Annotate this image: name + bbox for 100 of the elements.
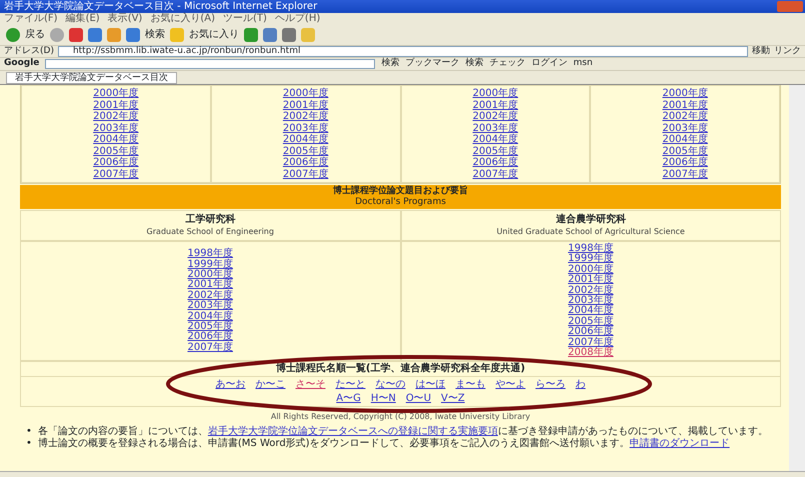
- name-index-link[interactable]: は〜ほ: [416, 379, 446, 391]
- year-link[interactable]: 2000年度: [212, 88, 400, 100]
- year-link[interactable]: 2007年度: [212, 168, 400, 180]
- menu-item[interactable]: ヘルプ(H): [274, 13, 320, 24]
- index-title: 博士課程氏名順一覧(工学、連合農学研究科全年度共通): [21, 362, 780, 378]
- year-link[interactable]: 2001年度: [188, 280, 233, 291]
- year-link[interactable]: 2006年度: [568, 327, 614, 338]
- year-link[interactable]: 2001年度: [568, 275, 614, 286]
- school-name-english: Graduate School of Engineering: [146, 226, 275, 238]
- name-index-link[interactable]: た〜と: [336, 379, 366, 391]
- google-toolbar-button[interactable]: ログイン: [531, 57, 568, 71]
- year-link[interactable]: 2003年度: [568, 296, 614, 306]
- year-link[interactable]: 2005年度: [591, 146, 779, 157]
- year-link[interactable]: 2005年度: [402, 146, 590, 157]
- year-link[interactable]: 1999年度: [568, 254, 614, 265]
- toolbar-label[interactable]: 戻る: [25, 28, 45, 40]
- menu-item[interactable]: 表示(V): [108, 13, 142, 24]
- year-link[interactable]: 2004年度: [568, 306, 614, 317]
- google-logo: Google: [4, 57, 40, 70]
- year-link[interactable]: 2002年度: [212, 111, 400, 122]
- year-link[interactable]: 2003年度: [402, 122, 590, 134]
- year-link[interactable]: 2001年度: [402, 100, 590, 111]
- year-link[interactable]: 2007年度: [402, 168, 590, 180]
- year-link[interactable]: 2007年度: [22, 168, 210, 180]
- browser-tab[interactable]: 岩手大学大学院論文データベース目次: [6, 72, 177, 84]
- google-toolbar-button[interactable]: msn: [573, 57, 593, 71]
- name-index-link[interactable]: A〜G: [336, 392, 361, 404]
- year-link[interactable]: 2002年度: [22, 111, 210, 122]
- year-link[interactable]: 1998年度: [568, 244, 614, 254]
- year-link[interactable]: 2003年度: [212, 122, 400, 134]
- year-link[interactable]: 2001年度: [212, 100, 400, 111]
- google-toolbar-button[interactable]: ブックマーク: [405, 57, 460, 71]
- name-index-link[interactable]: O〜U: [406, 392, 432, 404]
- year-link[interactable]: 2007年度: [591, 168, 779, 180]
- year-link[interactable]: 2000年度: [591, 88, 779, 100]
- year-link[interactable]: 2004年度: [402, 134, 590, 146]
- school-name: 連合農学研究科: [554, 213, 627, 226]
- links-button[interactable]: リンク: [774, 44, 801, 58]
- year-link[interactable]: 2008年度: [568, 348, 614, 358]
- note-link[interactable]: 申請書のダウンロード: [630, 438, 730, 450]
- year-link[interactable]: 2005年度: [212, 146, 400, 157]
- year-link[interactable]: 1998年度: [188, 249, 233, 260]
- year-link[interactable]: 2004年度: [188, 312, 233, 322]
- name-index-link[interactable]: ま〜も: [456, 379, 486, 391]
- name-index-link[interactable]: か〜こ: [256, 379, 286, 391]
- year-link[interactable]: 2003年度: [188, 301, 233, 312]
- year-link[interactable]: 2001年度: [591, 100, 779, 111]
- name-index-link[interactable]: ら〜ろ: [536, 379, 566, 391]
- year-link[interactable]: 2000年度: [402, 88, 590, 100]
- name-index-link[interactable]: V〜Z: [441, 392, 465, 404]
- go-button[interactable]: 移動: [752, 44, 770, 58]
- year-link[interactable]: 2004年度: [591, 134, 779, 146]
- year-link[interactable]: 2004年度: [212, 134, 400, 146]
- menu-item[interactable]: ツール(T): [223, 13, 267, 24]
- bullet-mark: •: [26, 426, 32, 438]
- year-link[interactable]: 2003年度: [22, 122, 210, 134]
- name-index-link[interactable]: や〜よ: [496, 379, 526, 391]
- school-name-english: United Graduate School of Agricultural Science: [496, 226, 686, 238]
- school-name: 工学研究科: [184, 213, 236, 226]
- year-link[interactable]: 2000年度: [568, 264, 614, 276]
- year-link[interactable]: 2003年度: [591, 122, 779, 134]
- name-index-link[interactable]: H〜N: [370, 392, 396, 404]
- year-link[interactable]: 2002年度: [188, 290, 233, 302]
- section-title: 博士課程学位論文題目および要旨: [332, 186, 469, 197]
- name-index-link[interactable]: あ〜お: [216, 379, 246, 391]
- name-index-link[interactable]: さ〜そ: [296, 379, 326, 391]
- google-toolbar-button[interactable]: チェック: [489, 57, 526, 71]
- year-link[interactable]: 2002年度: [568, 286, 614, 296]
- year-link[interactable]: 2001年度: [22, 100, 210, 111]
- address-label: アドレス(D): [4, 44, 54, 58]
- menu-item[interactable]: 編集(E): [66, 13, 100, 24]
- year-link[interactable]: 2006年度: [188, 332, 233, 343]
- note-text: 博士論文の概要を登録される場合は、申請書(MS Word形式)をダウンロードして、必要事項をご記入のうえ図書館へ送付願います。申請書のダウンロード: [38, 438, 730, 450]
- scrollbar[interactable]: [789, 85, 805, 471]
- year-link[interactable]: 2006年度: [212, 157, 400, 168]
- menu-item[interactable]: ファイル(F): [4, 13, 58, 24]
- year-link[interactable]: 2005年度: [568, 316, 614, 328]
- menu-item[interactable]: お気に入り(A): [150, 13, 215, 24]
- year-link[interactable]: 2002年度: [402, 111, 590, 122]
- year-link[interactable]: 2005年度: [22, 146, 210, 157]
- year-link[interactable]: 2002年度: [591, 111, 779, 122]
- note-link[interactable]: 岩手大学大学院学位論文データベースへの登録に関する実施要項: [208, 426, 498, 438]
- year-link[interactable]: 1999年度: [188, 260, 233, 270]
- year-link[interactable]: 2006年度: [591, 157, 779, 168]
- year-link[interactable]: 2005年度: [188, 322, 233, 332]
- year-link[interactable]: 2004年度: [22, 134, 210, 146]
- note-text: 各「論文の内容の要旨」については、岩手大学大学院学位論文データベースへの登録に関する実施要項に基づき登録申請があったものについて、掲載しています。: [38, 426, 768, 438]
- year-link[interactable]: 2006年度: [22, 157, 210, 168]
- toolbar-label[interactable]: 検索: [145, 28, 165, 40]
- year-link[interactable]: 2000年度: [22, 88, 210, 100]
- address-field[interactable]: http://ssbmm.lib.iwate-u.ac.jp/ronbun/ronbun.html: [58, 46, 748, 57]
- name-index-link[interactable]: な〜の: [376, 379, 406, 391]
- google-toolbar-button[interactable]: 検索: [381, 57, 400, 71]
- year-link[interactable]: 2006年度: [402, 157, 590, 168]
- name-index-link[interactable]: わ: [576, 379, 586, 391]
- year-link[interactable]: 2000年度: [188, 270, 233, 280]
- google-toolbar-button[interactable]: 検索: [465, 57, 484, 71]
- google-search-field[interactable]: [45, 59, 376, 69]
- year-link[interactable]: 2007年度: [188, 342, 233, 354]
- toolbar-label[interactable]: お気に入り: [189, 28, 239, 40]
